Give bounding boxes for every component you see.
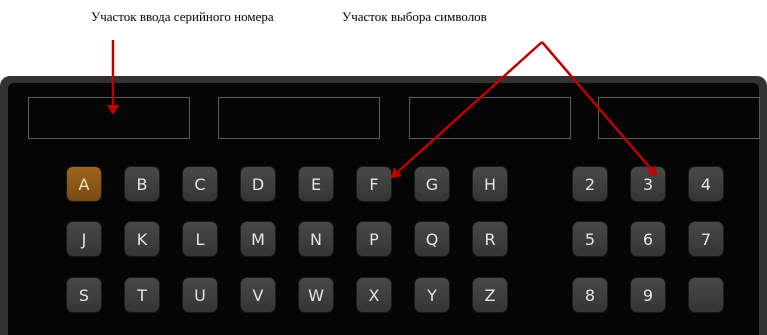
- serial-field-2[interactable]: [218, 97, 380, 139]
- key-a[interactable]: A: [66, 166, 102, 202]
- key-m[interactable]: M: [240, 221, 276, 257]
- key-s[interactable]: S: [66, 277, 102, 313]
- key-t[interactable]: T: [124, 277, 160, 313]
- char-selection-area-caption: Участок выбора символов: [342, 9, 487, 24]
- key-5[interactable]: 5: [572, 221, 608, 257]
- key-6[interactable]: 6: [630, 221, 666, 257]
- key-f[interactable]: F: [356, 166, 392, 202]
- key-e[interactable]: E: [298, 166, 334, 202]
- key-7[interactable]: 7: [688, 221, 724, 257]
- key-d[interactable]: D: [240, 166, 276, 202]
- key-b[interactable]: B: [124, 166, 160, 202]
- key-2[interactable]: 2: [572, 166, 608, 202]
- key-blank[interactable]: [688, 277, 724, 313]
- key-n[interactable]: N: [298, 221, 334, 257]
- key-h[interactable]: H: [472, 166, 508, 202]
- key-j[interactable]: J: [66, 221, 102, 257]
- key-l[interactable]: L: [182, 221, 218, 257]
- key-z[interactable]: Z: [472, 277, 508, 313]
- key-g[interactable]: G: [414, 166, 450, 202]
- key-8[interactable]: 8: [572, 277, 608, 313]
- serial-field-1[interactable]: [28, 97, 190, 139]
- key-p[interactable]: P: [356, 221, 392, 257]
- key-c[interactable]: C: [182, 166, 218, 202]
- key-3[interactable]: 3: [630, 166, 666, 202]
- key-q[interactable]: Q: [414, 221, 450, 257]
- serial-field-3[interactable]: [409, 97, 571, 139]
- key-r[interactable]: R: [472, 221, 508, 257]
- serial-field-4[interactable]: [598, 97, 760, 139]
- key-u[interactable]: U: [182, 277, 218, 313]
- serial-input-area-caption: Участок ввода серийного номера: [91, 9, 274, 24]
- key-k[interactable]: K: [124, 221, 160, 257]
- key-4[interactable]: 4: [688, 166, 724, 202]
- key-w[interactable]: W: [298, 277, 334, 313]
- key-v[interactable]: V: [240, 277, 276, 313]
- key-y[interactable]: Y: [414, 277, 450, 313]
- key-9[interactable]: 9: [630, 277, 666, 313]
- key-x[interactable]: X: [356, 277, 392, 313]
